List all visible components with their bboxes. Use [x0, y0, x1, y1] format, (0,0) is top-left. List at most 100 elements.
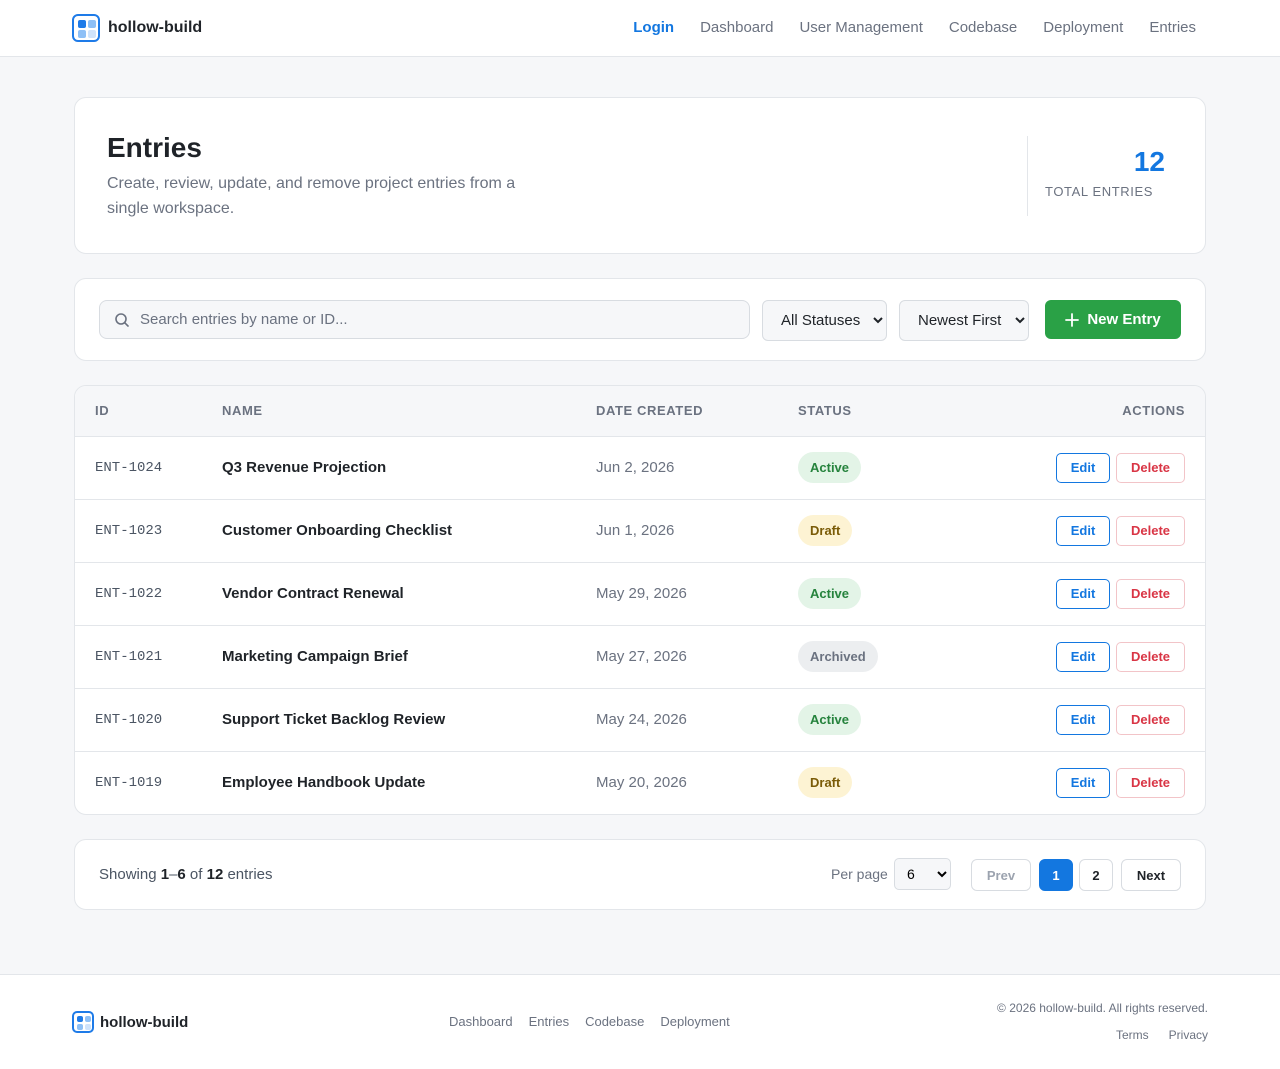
plus-icon — [1065, 312, 1080, 327]
search-input[interactable] — [140, 311, 720, 328]
terms-link[interactable]: Terms — [1116, 1028, 1149, 1042]
edit-button[interactable]: Edit — [1056, 641, 1110, 672]
header-actions: ACTIONS — [978, 386, 1205, 437]
brand[interactable]: hollow-build — [72, 14, 202, 42]
header-name: NAME — [222, 386, 596, 437]
delete-button[interactable]: Delete — [1116, 578, 1185, 609]
table-header-row: ID NAME DATE CREATED STATUS ACTIONS — [75, 386, 1205, 437]
showing-prefix: Showing — [99, 866, 157, 883]
table-row: ENT-1021 Marketing Campaign Brief May 27… — [75, 625, 1205, 688]
search-box[interactable] — [99, 300, 750, 339]
brand-name: hollow-build — [108, 19, 203, 36]
footer-brand-name: hollow-build — [100, 1013, 189, 1031]
status-badge: Active — [798, 452, 862, 483]
sort-select[interactable]: Newest First — [899, 300, 1029, 341]
next-page-button[interactable]: Next — [1121, 859, 1181, 891]
delete-button[interactable]: Delete — [1116, 767, 1185, 798]
legal-links: Terms Privacy — [1116, 1028, 1208, 1042]
table-row: ENT-1022 Vendor Contract Renewal May 29,… — [75, 562, 1205, 625]
edit-button[interactable]: Edit — [1056, 578, 1110, 609]
status-badge: Draft — [798, 515, 853, 546]
showing-total: 12 — [206, 866, 224, 883]
showing-summary: Showing 1–6 of 12 entries — [99, 866, 273, 883]
entry-date: May 24, 2026 — [596, 711, 687, 728]
nav-login[interactable]: Login — [633, 19, 674, 36]
page-header-card: Entries Create, review, update, and remo… — [74, 97, 1206, 254]
entry-name: Q3 Revenue Projection — [222, 459, 387, 476]
page-button-1[interactable]: 1 — [1039, 859, 1073, 891]
total-entries-label: TOTAL ENTRIES — [1045, 184, 1153, 199]
entry-date: May 29, 2026 — [596, 585, 687, 602]
footer-nav: Dashboard Entries Codebase Deployment — [449, 1014, 730, 1029]
page-title: Entries — [107, 132, 202, 163]
table-row: ENT-1019 Employee Handbook Update May 20… — [75, 751, 1205, 814]
app-logo-icon — [72, 1011, 94, 1033]
table-row: ENT-1020 Support Ticket Backlog Review M… — [75, 688, 1205, 751]
top-navbar: hollow-build Login Dashboard User Manage… — [0, 0, 1280, 57]
delete-button[interactable]: Delete — [1116, 641, 1185, 672]
footer-link-entries[interactable]: Entries — [529, 1014, 569, 1029]
total-entries-count: 12 — [1133, 146, 1165, 177]
showing-suffix: entries — [227, 866, 273, 883]
status-badge: Archived — [798, 641, 878, 672]
entry-date: May 20, 2026 — [596, 774, 687, 792]
nav-deployment[interactable]: Deployment — [1043, 19, 1123, 36]
footer-brand[interactable]: hollow-build — [72, 1011, 188, 1033]
new-entry-button[interactable]: New Entry — [1045, 300, 1181, 339]
footer-link-deployment[interactable]: Deployment — [660, 1014, 729, 1029]
edit-button[interactable]: Edit — [1056, 515, 1110, 546]
privacy-link[interactable]: Privacy — [1169, 1028, 1208, 1042]
delete-button[interactable]: Delete — [1116, 704, 1185, 735]
status-badge: Active — [798, 578, 862, 609]
pagination-bar: Showing 1–6 of 12 entries Per page 6 Pre… — [74, 839, 1206, 910]
copyright: © 2026 hollow-build. All rights reserved… — [997, 1001, 1208, 1015]
nav-dashboard[interactable]: Dashboard — [700, 19, 773, 36]
entry-id: ENT-1020 — [95, 711, 163, 728]
status-badge: Draft — [798, 767, 853, 799]
range-start: 1 — [160, 866, 170, 883]
entry-date: Jun 1, 2026 — [596, 522, 675, 539]
filter-toolbar: All Statuses Newest First New Entry — [74, 278, 1206, 361]
status-filter-select[interactable]: All Statuses — [762, 300, 887, 341]
table-row: ENT-1023 Customer Onboarding Checklist J… — [75, 499, 1205, 562]
entry-name: Employee Handbook Update — [222, 774, 426, 792]
entry-id: ENT-1021 — [95, 648, 163, 665]
entry-name: Customer Onboarding Checklist — [222, 522, 453, 539]
per-page-select[interactable]: 6 — [894, 858, 951, 890]
prev-page-button[interactable]: Prev — [971, 859, 1031, 891]
header-date: DATE CREATED — [596, 386, 798, 437]
per-page-label: Per page — [831, 866, 888, 882]
nav-user-management[interactable]: User Management — [799, 19, 922, 36]
footer-link-codebase[interactable]: Codebase — [585, 1014, 644, 1029]
entry-date: May 27, 2026 — [596, 648, 687, 665]
header-id: ID — [75, 386, 222, 437]
edit-button[interactable]: Edit — [1056, 452, 1110, 483]
entry-id: ENT-1019 — [95, 774, 163, 791]
entries-table-card: ID NAME DATE CREATED STATUS ACTIONS ENT-… — [74, 385, 1206, 815]
edit-button[interactable]: Edit — [1056, 704, 1110, 735]
delete-button[interactable]: Delete — [1116, 515, 1185, 546]
entry-name: Support Ticket Backlog Review — [222, 711, 446, 728]
entry-id: ENT-1023 — [95, 522, 163, 539]
range-end: 6 — [177, 866, 186, 883]
table-row: ENT-1024 Q3 Revenue Projection Jun 2, 20… — [75, 436, 1205, 499]
entry-name: Vendor Contract Renewal — [222, 585, 404, 602]
edit-button[interactable]: Edit — [1056, 767, 1110, 798]
page-button-2[interactable]: 2 — [1079, 859, 1113, 891]
entry-name: Marketing Campaign Brief — [222, 648, 408, 665]
entry-date: Jun 2, 2026 — [596, 459, 675, 476]
site-footer: hollow-build Dashboard Entries Codebase … — [0, 974, 1280, 1069]
delete-button[interactable]: Delete — [1116, 452, 1185, 483]
header-status: STATUS — [798, 386, 978, 437]
entries-table: ID NAME DATE CREATED STATUS ACTIONS ENT-… — [75, 386, 1205, 814]
nav-codebase[interactable]: Codebase — [949, 19, 1017, 36]
new-entry-label: New Entry — [1087, 311, 1161, 328]
footer-link-dashboard[interactable]: Dashboard — [449, 1014, 513, 1029]
page-description: Create, review, update, and remove proje… — [107, 175, 516, 217]
search-icon — [115, 312, 129, 327]
nav-entries[interactable]: Entries — [1149, 19, 1196, 36]
total-entries-stat: 12 TOTAL ENTRIES — [1027, 136, 1205, 216]
showing-of: of — [189, 866, 203, 883]
app-logo-icon — [72, 14, 100, 42]
main-nav: Login Dashboard User Management Codebase… — [633, 19, 1196, 36]
